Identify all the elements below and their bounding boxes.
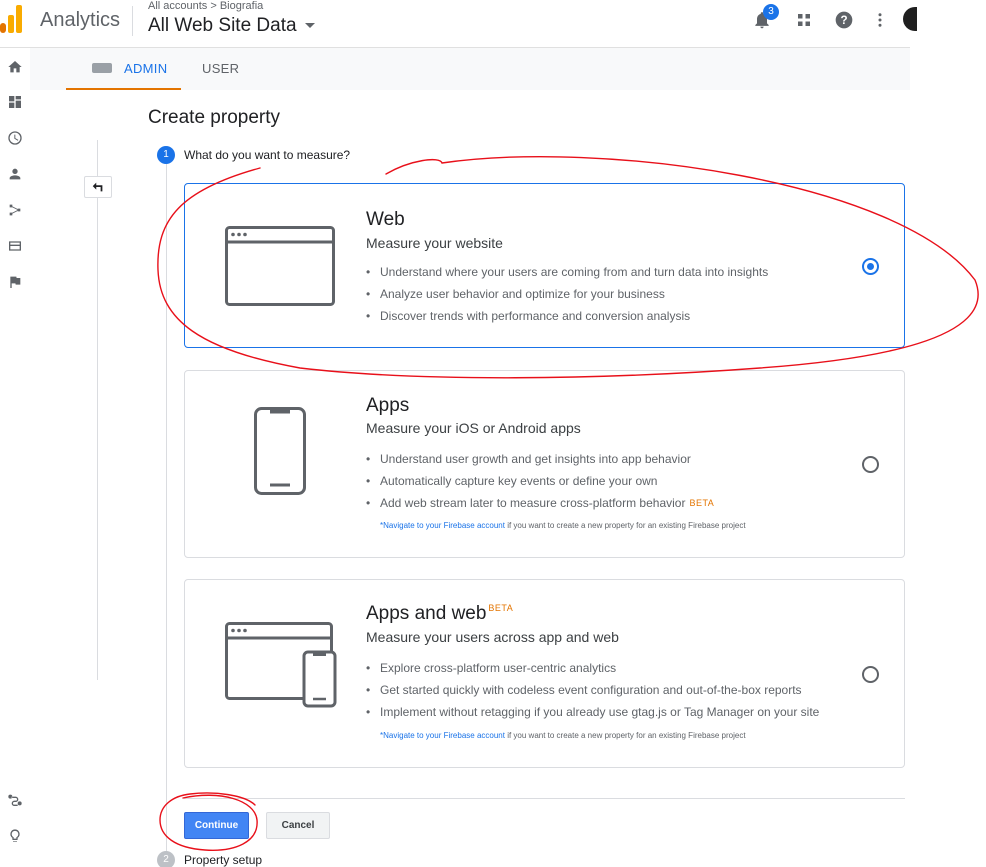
account-avatar[interactable]	[903, 7, 917, 31]
card-web-title: Web	[366, 209, 405, 230]
breadcrumb[interactable]: All accounts > Biografia	[148, 0, 263, 12]
svg-text:?: ?	[840, 14, 847, 27]
page-title: Create property	[148, 107, 281, 128]
list-item: Understand user growth and get insights …	[366, 448, 714, 470]
firebase-note-text: if you want to create a new property for…	[504, 521, 746, 530]
continue-button[interactable]: Continue	[184, 812, 249, 839]
discover-lightbulb-icon[interactable]	[6, 827, 24, 845]
stepper-line	[166, 164, 167, 856]
card-web-bullets: Understand where your users are coming f…	[366, 261, 768, 327]
admin-gear-chip-icon	[92, 63, 112, 73]
list-item: Implement without retagging if you alrea…	[366, 701, 819, 723]
caret-down-icon	[304, 23, 315, 29]
more-vert-icon[interactable]	[868, 8, 892, 32]
home-icon[interactable]	[6, 58, 24, 76]
browser-window-icon	[225, 226, 335, 306]
firebase-link[interactable]: *Navigate to your Firebase account	[380, 521, 505, 530]
list-item: Discover trends with performance and con…	[366, 305, 768, 327]
left-nav-rail	[0, 48, 30, 867]
behavior-icon[interactable]	[6, 237, 24, 255]
top-header: Analytics All accounts > Biografia All W…	[0, 0, 917, 48]
list-item: Automatically capture key events or defi…	[366, 470, 714, 492]
list-item: Understand where your users are coming f…	[366, 261, 768, 283]
list-item: Get started quickly with codeless event …	[366, 679, 819, 701]
tab-admin-label: ADMIN	[124, 61, 168, 76]
apps-grid-icon[interactable]	[792, 8, 816, 32]
acquisition-icon[interactable]	[6, 201, 24, 219]
list-item: Analyze user behavior and optimize for y…	[366, 283, 768, 305]
view-name: All Web Site Data	[148, 15, 297, 36]
header-divider	[132, 6, 133, 36]
app-name: Analytics	[40, 9, 121, 31]
back-arrow-icon	[92, 182, 103, 192]
step-2-indicator: 2	[157, 851, 175, 867]
step-1-label: What do you want to measure?	[184, 148, 351, 162]
card-apps-title: Apps	[366, 395, 410, 416]
footer-divider	[184, 798, 905, 799]
cancel-button[interactable]: Cancel	[266, 812, 330, 839]
card-apps-and-web-bullets: Explore cross-platform user-centric anal…	[366, 657, 819, 723]
radio-web[interactable]	[862, 258, 879, 275]
help-icon[interactable]: ?	[832, 8, 856, 32]
card-apps-bullets: Understand user growth and get insights …	[366, 448, 714, 514]
beta-badge: BETA	[689, 498, 715, 508]
option-card-apps[interactable]: Apps Measure your iOS or Android apps Un…	[184, 370, 905, 558]
left-divider-line	[97, 140, 98, 680]
conversions-flag-icon[interactable]	[6, 273, 24, 291]
firebase-note: *Navigate to your Firebase account if yo…	[380, 731, 746, 740]
list-item: Explore cross-platform user-centric anal…	[366, 657, 819, 679]
view-selector[interactable]: All Web Site Data	[148, 15, 315, 37]
tab-user[interactable]: USER	[202, 48, 262, 90]
card-apps-and-web-title-text: Apps and web	[366, 603, 487, 624]
attribution-icon[interactable]	[6, 791, 24, 809]
step-1-indicator: 1	[157, 146, 175, 164]
phone-icon	[254, 407, 306, 495]
back-button[interactable]	[84, 176, 112, 198]
card-web-subtitle: Measure your website	[366, 235, 503, 251]
browser-and-phone-icon	[225, 622, 337, 708]
list-item-text: Add web stream later to measure cross-pl…	[380, 496, 686, 510]
analytics-logo[interactable]	[0, 5, 24, 33]
firebase-note-text: if you want to create a new property for…	[504, 731, 746, 740]
list-item: Add web stream later to measure cross-pl…	[366, 492, 714, 514]
firebase-link[interactable]: *Navigate to your Firebase account	[380, 731, 505, 740]
audience-person-icon[interactable]	[6, 165, 24, 183]
step-2-label: Property setup	[184, 853, 263, 867]
firebase-note: *Navigate to your Firebase account if yo…	[380, 521, 746, 530]
card-apps-and-web-subtitle: Measure your users across app and web	[366, 629, 619, 645]
radio-apps[interactable]	[862, 456, 879, 473]
realtime-clock-icon[interactable]	[6, 129, 24, 147]
notification-badge: 3	[763, 4, 779, 20]
card-apps-subtitle: Measure your iOS or Android apps	[366, 420, 581, 436]
option-card-apps-and-web[interactable]: Apps and web BETA Measure your users acro…	[184, 579, 905, 768]
customization-icon[interactable]	[6, 93, 24, 111]
beta-badge: BETA	[488, 603, 514, 613]
option-card-web[interactable]: Web Measure your website Understand wher…	[184, 183, 905, 348]
radio-apps-and-web[interactable]	[862, 666, 879, 683]
card-apps-and-web-title: Apps and web BETA	[366, 603, 513, 625]
admin-user-tabs: ADMIN USER	[30, 48, 910, 90]
tab-admin[interactable]: ADMIN	[66, 48, 181, 90]
